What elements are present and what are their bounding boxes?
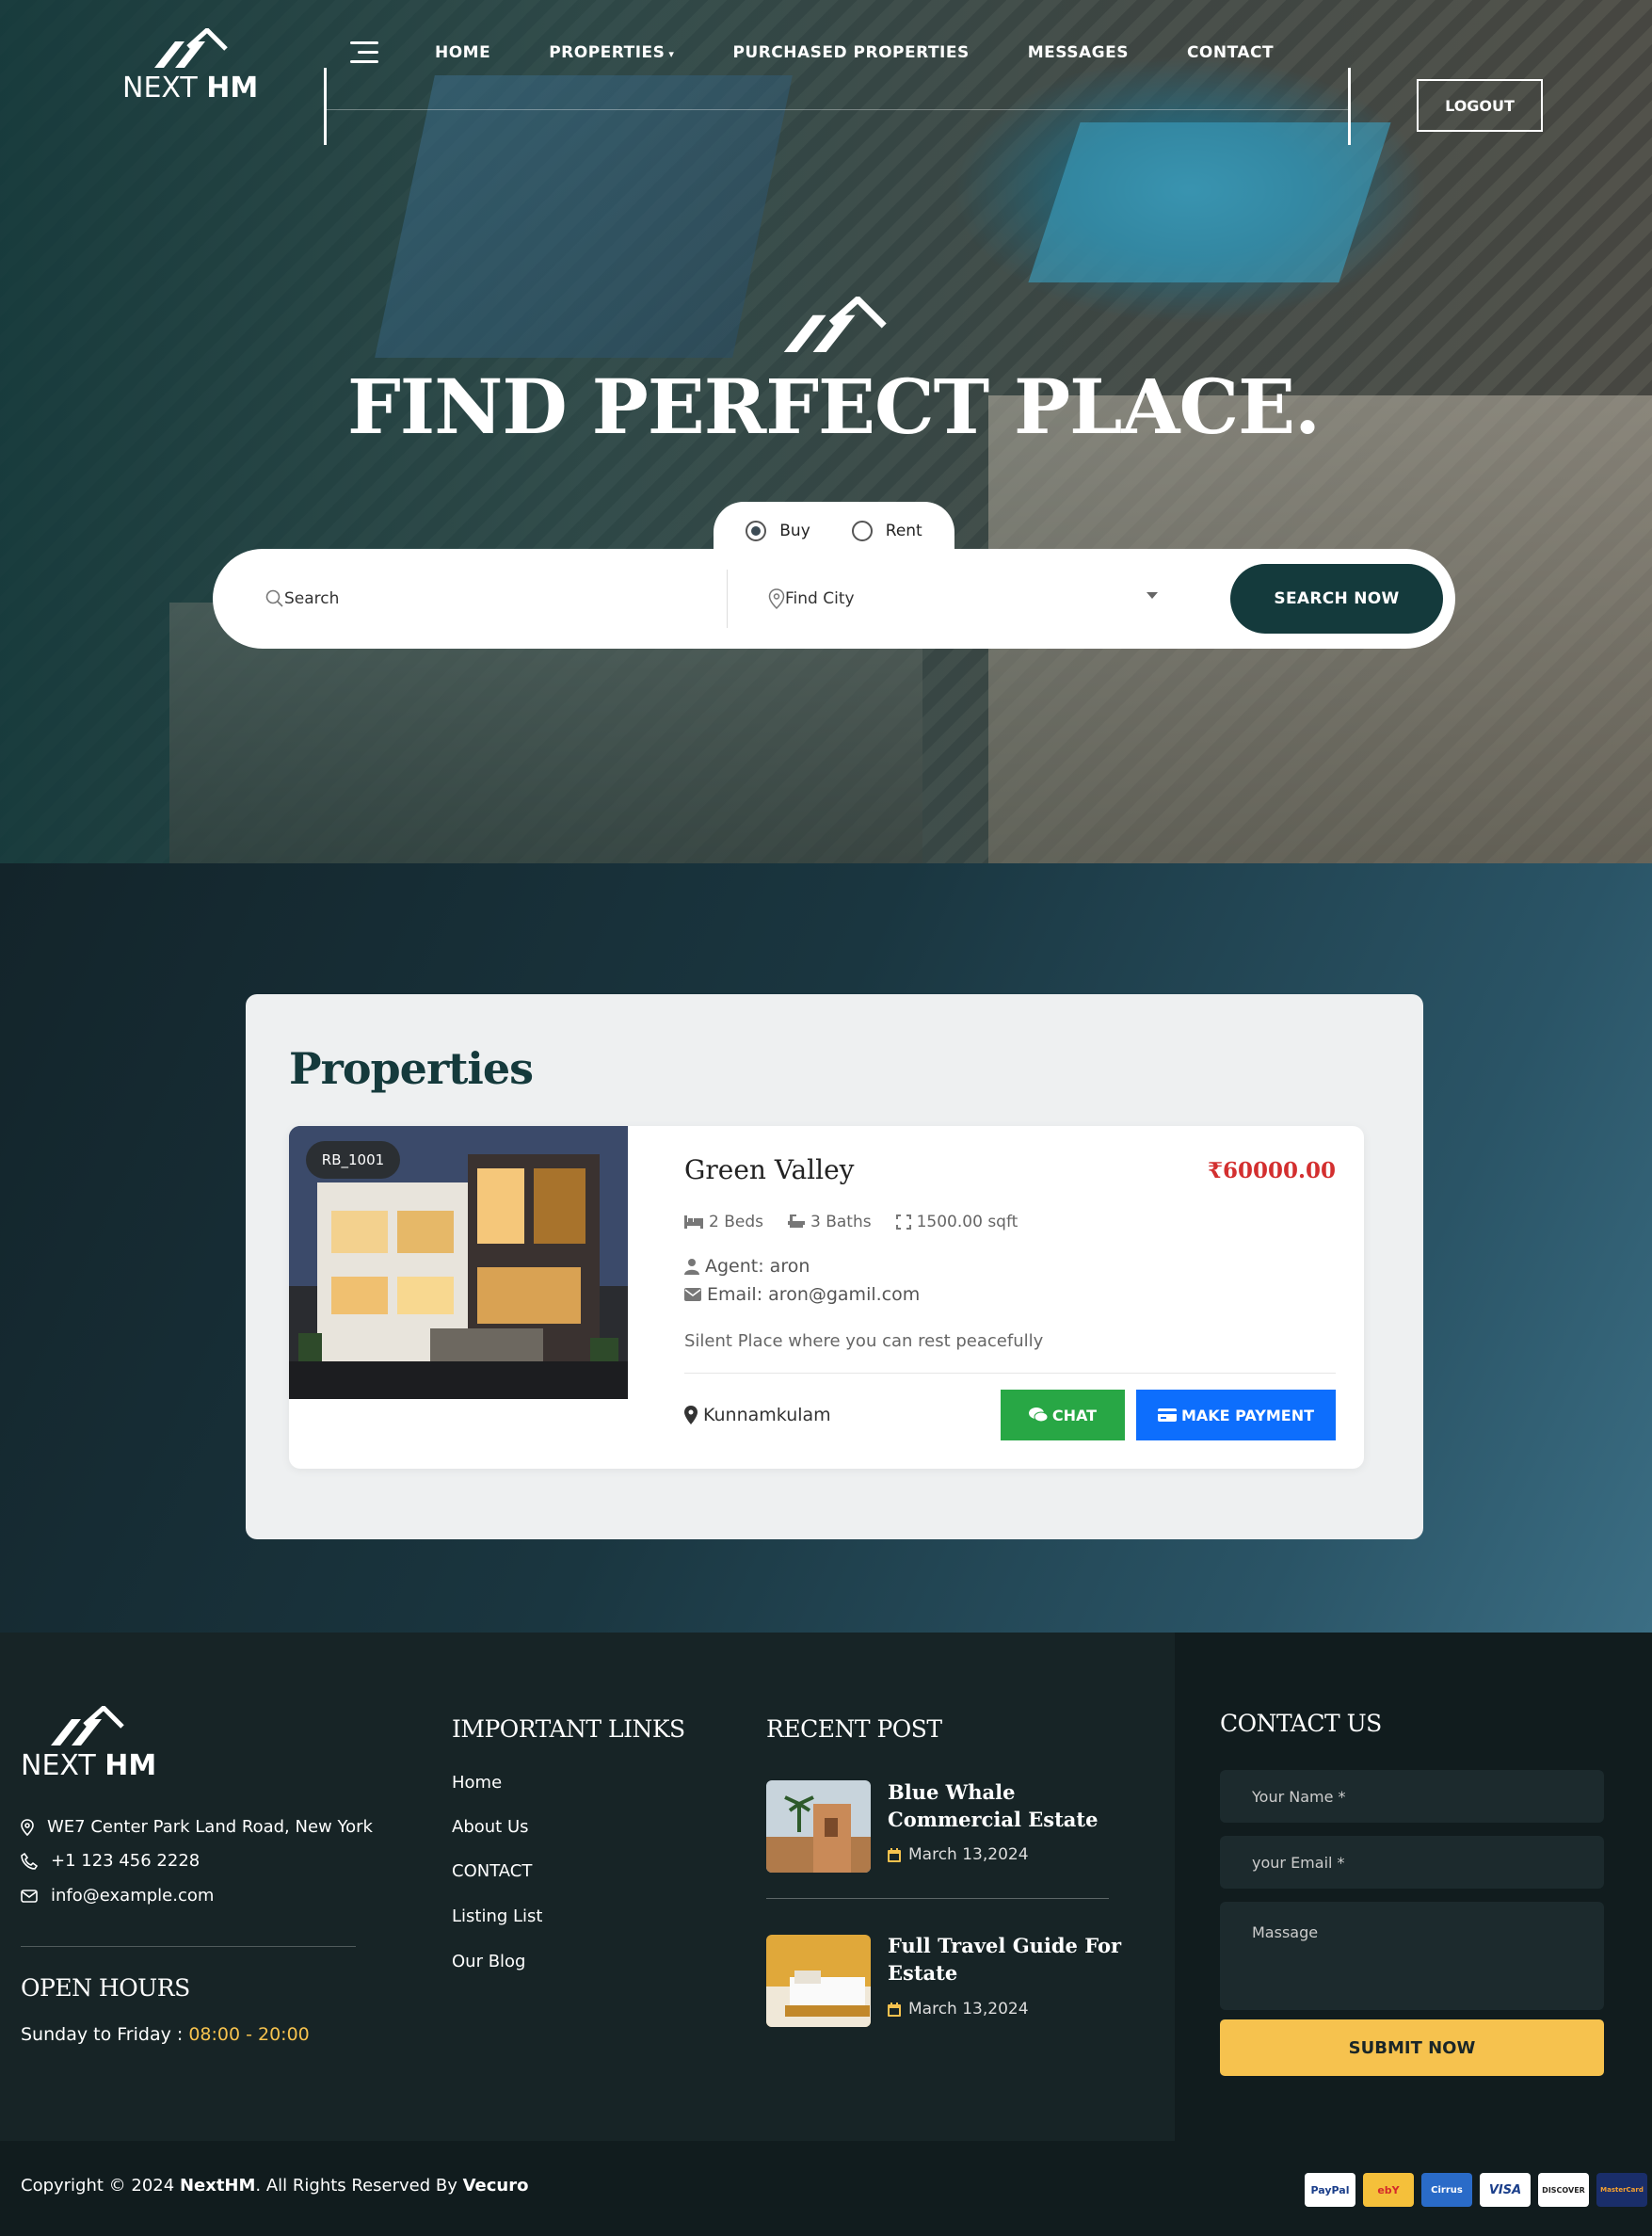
envelope-icon — [21, 1889, 38, 1903]
ebay-icon: ebY — [1363, 2173, 1414, 2207]
payment-methods: PayPal ebY Cirrus VISA DISCOVER MasterCa… — [1305, 2173, 1647, 2207]
comments-icon — [1028, 1408, 1048, 1423]
beds-spec: 2 Beds — [684, 1213, 763, 1231]
bed-icon — [684, 1215, 703, 1229]
hero-roof-icon — [783, 297, 887, 352]
bath-icon — [788, 1215, 805, 1228]
post-thumbnail[interactable] — [766, 1935, 871, 2027]
open-hours-text: Sunday to Friday : 08:00 - 20:00 — [21, 2024, 310, 2045]
nav-home[interactable]: HOME — [435, 43, 490, 62]
phone-icon — [21, 1852, 38, 1870]
dropdown-caret-icon — [1147, 592, 1158, 599]
properties-title: Properties — [289, 1043, 534, 1094]
search-now-button[interactable]: SEARCH NOW — [1230, 564, 1443, 634]
nav-messages[interactable]: MESSAGES — [1028, 43, 1129, 62]
footer-link-listing[interactable]: Listing List — [452, 1906, 543, 1926]
post-date: March 13,2024 — [888, 1845, 1029, 1864]
post-thumbnail[interactable] — [766, 1780, 871, 1873]
footer-address: WE7 Center Park Land Road, New York — [21, 1817, 373, 1837]
expand-icon — [895, 1215, 911, 1230]
nav-properties[interactable]: PROPERTIES ▾ — [549, 43, 674, 62]
property-id-badge: RB_1001 — [306, 1141, 400, 1179]
contact-message-textarea[interactable]: Massage — [1220, 1902, 1604, 2010]
contact-email-input[interactable]: your Email * — [1220, 1836, 1604, 1889]
cirrus-icon: Cirrus — [1421, 2173, 1472, 2207]
property-description: Silent Place where you can rest peaceful… — [684, 1331, 1044, 1351]
property-specs: 2 Beds 3 Baths 1500.00 sqft — [684, 1213, 1018, 1231]
chevron-down-icon: ▾ — [668, 48, 675, 60]
property-card: RB_1001 Green Valley ₹60000.00 2 Beds 3 … — [289, 1126, 1364, 1469]
property-agent: Agent: aron — [684, 1256, 810, 1277]
footer-link-contact[interactable]: CONTACT — [452, 1861, 532, 1881]
property-image[interactable]: RB_1001 — [289, 1126, 628, 1399]
contact-us-heading: CONTACT US — [1220, 1710, 1382, 1737]
important-links-heading: IMPORTANT LINKS — [452, 1715, 685, 1743]
radio-rent[interactable]: Rent — [851, 521, 922, 541]
post-title[interactable]: Full Travel Guide For Estate — [888, 1932, 1123, 1987]
footer-phone[interactable]: +1 123 456 2228 — [21, 1851, 200, 1871]
logout-button[interactable]: LOGOUT — [1417, 79, 1543, 132]
envelope-icon — [684, 1288, 701, 1301]
visa-icon: VISA — [1480, 2173, 1531, 2207]
calendar-icon — [888, 2002, 901, 2017]
open-hours-heading: OPEN HOURS — [21, 1974, 190, 2002]
property-email: Email: aron@gamil.com — [684, 1284, 920, 1305]
property-name[interactable]: Green Valley — [684, 1154, 854, 1185]
submit-now-button[interactable]: SUBMIT NOW — [1220, 2019, 1604, 2076]
make-payment-button[interactable]: MAKE PAYMENT — [1136, 1390, 1336, 1440]
user-icon — [684, 1259, 699, 1275]
discover-icon: DISCOVER — [1538, 2173, 1589, 2207]
logo-roof-icon — [154, 28, 228, 68]
calendar-icon — [888, 1847, 901, 1862]
copyright-text: Copyright © 2024 NextHM. All Rights Rese… — [21, 2176, 529, 2196]
radio-checked-icon — [746, 521, 767, 541]
radio-unchecked-icon — [851, 521, 873, 541]
map-marker-icon — [684, 1406, 698, 1424]
header-logo[interactable]: NEXT HM — [122, 28, 258, 105]
nav-purchased-properties[interactable]: PURCHASED PROPERTIES — [732, 43, 969, 62]
hero-title: FIND PERFECT PLACE. — [347, 362, 1321, 451]
search-bar: Search Find City SEARCH NOW — [213, 549, 1455, 649]
location-pin-icon — [21, 1818, 34, 1836]
contact-name-input[interactable]: Your Name * — [1220, 1770, 1604, 1823]
recent-post-heading: RECENT POST — [766, 1715, 942, 1743]
menu-hamburger-icon[interactable] — [350, 40, 378, 66]
search-input[interactable]: Search — [265, 549, 339, 649]
property-location: Kunnamkulam — [684, 1405, 831, 1425]
area-spec: 1500.00 sqft — [895, 1213, 1018, 1231]
radio-buy[interactable]: Buy — [746, 521, 810, 541]
property-price: ₹60000.00 — [1207, 1158, 1336, 1183]
paypal-icon: PayPal — [1305, 2173, 1355, 2207]
city-select[interactable]: Find City — [768, 549, 1173, 649]
post-date: March 13,2024 — [888, 2000, 1029, 2019]
footer-link-blog[interactable]: Our Blog — [452, 1952, 526, 1971]
location-pin-icon — [768, 588, 785, 609]
post-title[interactable]: Blue Whale Commercial Estate — [888, 1778, 1123, 1833]
search-icon — [265, 589, 283, 607]
footer-link-home[interactable]: Home — [452, 1773, 502, 1793]
footer-logo-roof-icon — [51, 1706, 124, 1745]
main-nav: HOME PROPERTIES ▾ PURCHASED PROPERTIES ME… — [435, 43, 1332, 62]
footer-logo[interactable]: NEXT HM — [21, 1706, 156, 1782]
mastercard-icon: MasterCard — [1596, 2173, 1647, 2207]
baths-spec: 3 Baths — [788, 1213, 872, 1231]
chat-button[interactable]: CHAT — [1001, 1390, 1125, 1440]
footer-email[interactable]: info@example.com — [21, 1886, 214, 1906]
credit-card-icon — [1157, 1408, 1177, 1422]
nav-contact[interactable]: CONTACT — [1187, 43, 1274, 62]
footer-link-about[interactable]: About Us — [452, 1817, 529, 1837]
